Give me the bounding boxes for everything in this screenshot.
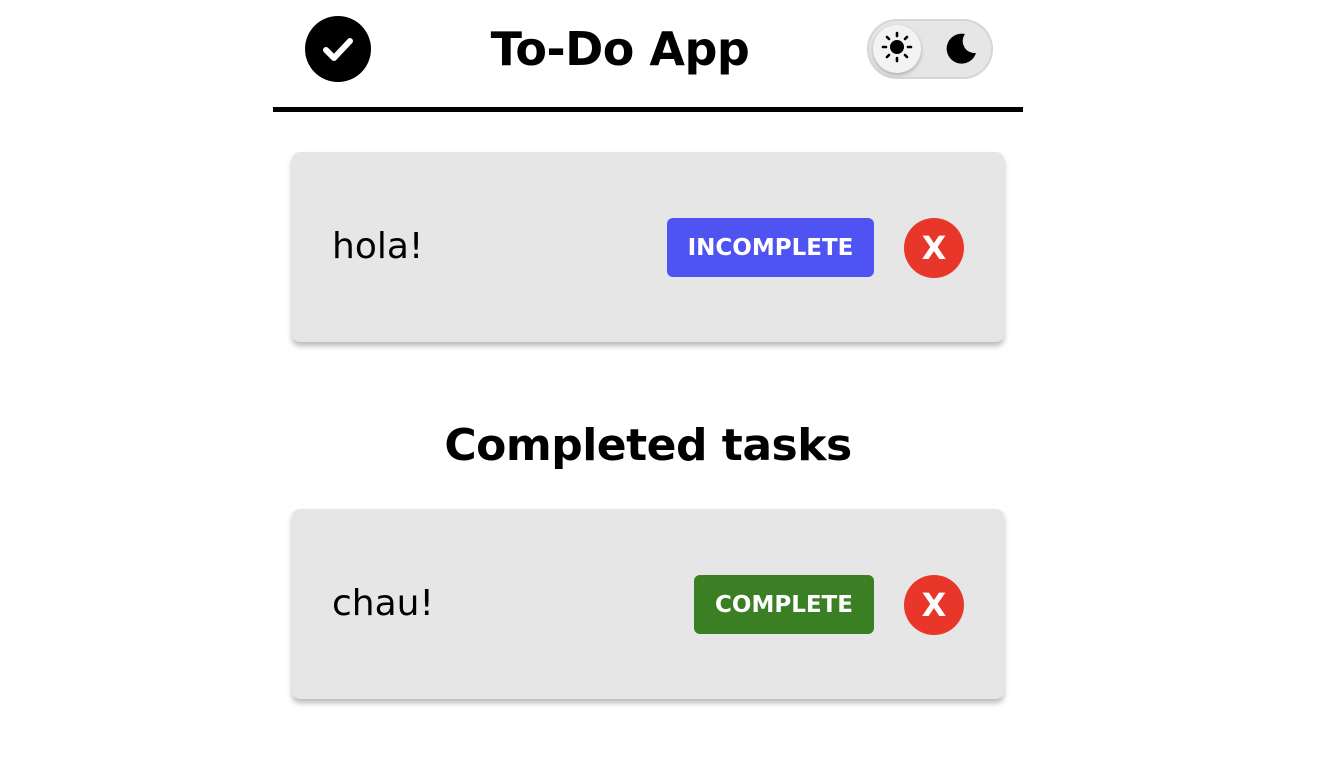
sun-icon [880,30,914,68]
delete-button[interactable]: X [904,218,964,278]
toggle-knob[interactable] [873,25,921,73]
complete-button[interactable]: Complete [694,575,874,634]
delete-button[interactable]: X [904,575,964,635]
task-text: chau! [332,583,434,624]
app-header: To-Do App [273,0,1023,112]
moon-icon [943,31,979,67]
todo-app: To-Do App hola! INCOMPLETE X Completed t… [0,0,1338,784]
completed-task-card: chau! Complete X [292,509,1004,699]
completed-tasks-heading: Completed tasks [444,420,852,471]
task-card: hola! Incomplete X [292,152,1004,342]
incomplete-button[interactable]: Incomplete [667,218,874,277]
task-text: hola! [332,226,424,267]
theme-toggle[interactable] [867,19,993,79]
app-title: To-Do App [490,22,750,76]
